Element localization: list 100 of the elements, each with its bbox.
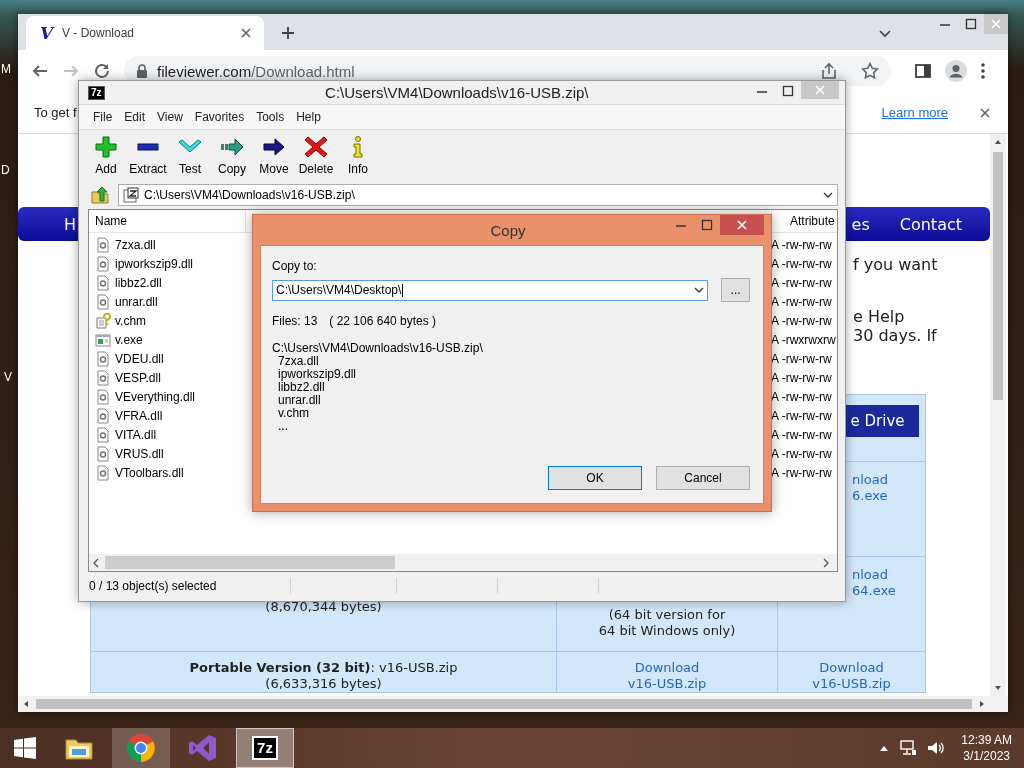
file-name[interactable]: ipworkszip9.dll bbox=[115, 256, 194, 271]
file-name[interactable]: VRUS.dll bbox=[115, 446, 164, 461]
field-label: Copy to: bbox=[272, 259, 318, 273]
nav-link[interactable]: es bbox=[851, 214, 870, 234]
cell-text: (8,670,344 bytes) bbox=[265, 599, 382, 614]
body-text: 30 days. If bbox=[853, 326, 938, 345]
clock-time[interactable]: 12:39 AM bbox=[961, 732, 1012, 748]
file-name: libbz2.dll bbox=[278, 381, 325, 394]
url-text[interactable]: fileviewer.com/Download.html bbox=[157, 62, 355, 80]
file-attributes: A -rwxrwxrw bbox=[771, 332, 837, 347]
nav-link[interactable]: Contact bbox=[899, 214, 962, 234]
new-tab-icon[interactable] bbox=[280, 25, 296, 41]
lock-icon bbox=[136, 64, 148, 78]
file-attributes: A -rw-rw-rw bbox=[771, 465, 833, 480]
file-name[interactable]: VITA.dll bbox=[115, 427, 157, 442]
file-name: v.chm bbox=[278, 407, 311, 420]
archive-icon bbox=[123, 186, 139, 203]
file-name[interactable]: unrar.dll bbox=[115, 294, 158, 309]
file-name[interactable]: 7zxa.dll bbox=[115, 237, 156, 252]
more-menu-icon[interactable] bbox=[980, 62, 986, 80]
star-icon[interactable] bbox=[861, 62, 879, 80]
windows-logo-icon bbox=[13, 736, 37, 760]
side-panel-icon[interactable] bbox=[914, 62, 932, 80]
gear-file-icon bbox=[95, 369, 111, 386]
share-icon[interactable] bbox=[820, 62, 838, 80]
speaker-icon[interactable] bbox=[927, 740, 946, 756]
toolbar-button[interactable]: Move bbox=[253, 130, 295, 180]
menu-item[interactable]: Edit bbox=[118, 110, 152, 124]
file-name[interactable]: libbz2.dll bbox=[115, 275, 162, 290]
file-name[interactable]: VFRA.dll bbox=[115, 408, 163, 423]
file-attributes: A -rw-rw-rw bbox=[771, 389, 833, 404]
file-name[interactable]: v.chm bbox=[115, 313, 147, 328]
scrollbar-thumb[interactable] bbox=[105, 556, 395, 569]
chevron-down-icon bbox=[694, 285, 705, 295]
help-file-icon bbox=[95, 312, 111, 329]
file-name[interactable]: v.exe bbox=[115, 332, 143, 347]
close-icon[interactable] bbox=[720, 215, 764, 235]
gear-file-icon bbox=[95, 426, 111, 443]
close-icon[interactable] bbox=[978, 105, 992, 120]
file-name[interactable]: VToolbars.dll bbox=[115, 465, 184, 480]
status-text: 0 / 13 object(s) selected bbox=[89, 579, 217, 593]
dialog-button[interactable]: OK bbox=[548, 466, 642, 490]
file-name[interactable]: VESP.dll bbox=[115, 370, 161, 385]
program-window-icon bbox=[95, 331, 111, 348]
file-attributes: A -rw-rw-rw bbox=[771, 237, 833, 252]
browser-tab[interactable]: V V - Download bbox=[26, 16, 264, 50]
menu-item[interactable]: Help bbox=[290, 110, 327, 124]
menu-item[interactable]: View bbox=[151, 110, 189, 124]
file-attributes: A -rw-rw-rw bbox=[771, 313, 833, 328]
toolbar-button[interactable]: Info bbox=[337, 130, 379, 180]
cell-text: Portable Version (32 bit): v16-USB.zip (6,633,316 bytes) bbox=[189, 660, 458, 691]
app-logo: 7z bbox=[252, 736, 278, 760]
file-attributes: A -rw-rw-rw bbox=[771, 294, 833, 309]
window-title: C:\Users\VM4\Downloads\v16-USB.zip\ bbox=[324, 84, 590, 101]
show-hidden-icons-icon[interactable] bbox=[879, 744, 890, 752]
menu-item[interactable]: File bbox=[87, 110, 119, 124]
toolbar-button[interactable]: Add bbox=[85, 130, 127, 180]
dialog-title: Copy bbox=[489, 221, 527, 239]
file-attributes: A -rw-rw-rw bbox=[771, 275, 833, 290]
download-link[interactable]: nload 6.exe bbox=[852, 472, 889, 504]
cross-icon bbox=[304, 134, 328, 159]
download-link[interactable]: nload 64.exe bbox=[852, 567, 896, 599]
gear-file-icon bbox=[95, 445, 111, 462]
taskbar-button[interactable]: 7z bbox=[236, 728, 294, 768]
folder-up-icon[interactable] bbox=[91, 185, 109, 204]
toolbar-button[interactable]: Delete bbox=[295, 130, 337, 180]
scrollbar-thumb[interactable] bbox=[36, 699, 972, 709]
gear-file-icon bbox=[95, 274, 111, 291]
gear-file-icon bbox=[95, 407, 111, 424]
reload-icon[interactable] bbox=[93, 62, 111, 80]
file-name: ... bbox=[278, 420, 289, 433]
total-size: ( 22 106 640 bytes ) bbox=[329, 314, 437, 328]
profile-icon[interactable] bbox=[945, 60, 967, 82]
gear-file-icon bbox=[95, 464, 111, 481]
file-count: Files: 13 bbox=[272, 314, 318, 328]
column-header[interactable]: Name bbox=[89, 210, 246, 232]
network-icon[interactable] bbox=[899, 740, 918, 756]
gear-file-icon bbox=[95, 293, 111, 310]
scrollbar-thumb[interactable] bbox=[993, 152, 1003, 400]
file-name[interactable]: VEverything.dll bbox=[115, 389, 196, 404]
destination-combobox[interactable]: C:\Users\VM4\Desktop\ bbox=[272, 279, 709, 301]
toolbar-button[interactable]: Copy bbox=[211, 130, 253, 180]
nav-link[interactable]: H bbox=[64, 214, 77, 234]
toolbar-button[interactable]: Extract bbox=[127, 130, 169, 180]
chrome-logo-icon bbox=[126, 733, 156, 763]
file-name: unrar.dll bbox=[278, 394, 322, 407]
file-name: 7zxa.dll bbox=[278, 355, 319, 368]
dialog-button[interactable]: Cancel bbox=[656, 466, 750, 490]
menu-item[interactable]: Tools bbox=[250, 110, 291, 124]
body-text: f you want bbox=[853, 255, 939, 274]
file-name[interactable]: VDEU.dll bbox=[115, 351, 164, 366]
toolbar-button[interactable]: Test bbox=[169, 130, 211, 180]
path-combobox[interactable]: C:\Users\VM4\Downloads\v16-USB.zip\ bbox=[118, 183, 838, 206]
browse-button[interactable]: ... bbox=[721, 278, 750, 302]
learn-more-link[interactable]: Learn more bbox=[881, 105, 948, 120]
plus-icon bbox=[94, 134, 118, 159]
gear-file-icon bbox=[95, 350, 111, 367]
menu-item[interactable]: Favorites bbox=[188, 110, 251, 124]
clock-date[interactable]: 3/1/2023 bbox=[963, 748, 1010, 764]
info-bar-text: To get f bbox=[34, 105, 77, 120]
